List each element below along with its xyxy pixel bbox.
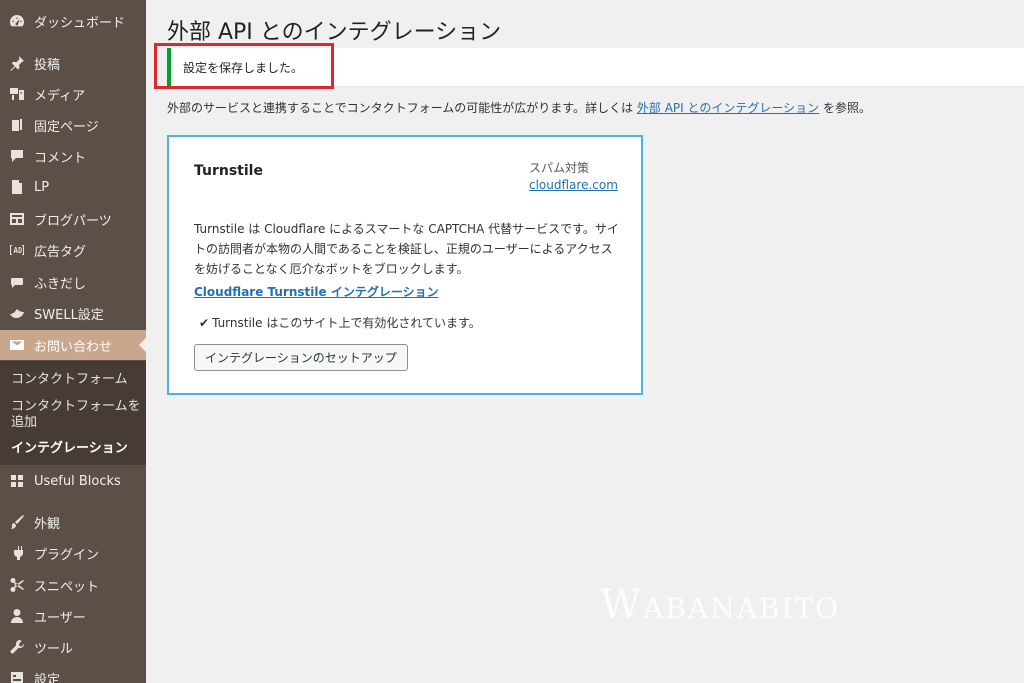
sidebar-item-users[interactable]: ユーザー (0, 601, 146, 631)
turnstile-card: Turnstile スパム対策 cloudflare.com Turnstile… (167, 135, 643, 395)
sidebar-item-comments[interactable]: コメント (0, 141, 146, 171)
notice-text: 設定を保存しました。 (183, 60, 304, 75)
sidebar-item-label: ツール (34, 641, 74, 657)
sidebar-item-label: 固定ページ (34, 119, 99, 135)
submenu-item-contact-forms[interactable]: コンタクトフォーム (11, 372, 141, 388)
description-text: 外部のサービスと連携することでコンタクトフォームの可能性が広がります。詳しくは (167, 101, 637, 115)
sidebar-item-label: Useful Blocks (34, 473, 121, 489)
card-description: Turnstile は Cloudflare によるスマートな CAPTCHA … (194, 222, 619, 276)
sidebar-item-blog-parts[interactable]: ブログパーツ (0, 204, 146, 234)
admin-sidebar: ダッシュボード 投稿 メディア 固定ページ コメント LP ブログパーツ 広告タ… (0, 0, 146, 683)
wrench-icon (8, 638, 26, 656)
envelope-icon (8, 336, 26, 354)
speech-bubble-icon (8, 273, 26, 291)
sidebar-item-label: ダッシュボード (34, 15, 126, 31)
blocks-icon (8, 472, 26, 490)
bird-icon (8, 304, 26, 322)
plugin-icon (8, 544, 26, 562)
media-icon (8, 85, 26, 103)
scissors-icon (8, 576, 26, 594)
sidebar-item-plugins[interactable]: プラグイン (0, 538, 146, 568)
sidebar-item-media[interactable]: メディア (0, 79, 146, 109)
cloudflare-link[interactable]: cloudflare.com (529, 178, 618, 192)
sidebar-item-settings[interactable]: 設定 (0, 663, 146, 683)
brush-icon (8, 513, 26, 531)
sidebar-item-label: ユーザー (34, 610, 86, 626)
sidebar-item-tools[interactable]: ツール (0, 632, 146, 662)
active-indicator (139, 338, 146, 352)
sidebar-item-label: 外観 (34, 516, 61, 532)
ad-icon (8, 241, 26, 259)
sidebar-item-lp[interactable]: LP (0, 172, 146, 202)
setup-integration-button[interactable]: インテグレーションのセットアップ (194, 344, 408, 371)
sidebar-item-useful-blocks[interactable]: Useful Blocks (0, 466, 146, 496)
integration-docs-link[interactable]: 外部 API とのインテグレーション (637, 101, 819, 115)
sidebar-item-speech-bubbles[interactable]: ふきだし (0, 267, 146, 297)
sidebar-item-contact[interactable]: お問い合わせ (0, 330, 146, 360)
card-title: Turnstile (194, 163, 263, 179)
integration-description: 外部のサービスと連携することでコンタクトフォームの可能性が広がります。詳しくは … (167, 99, 1017, 116)
sidebar-item-appearance[interactable]: 外観 (0, 507, 146, 537)
sidebar-item-label: 投稿 (34, 57, 61, 73)
sidebar-item-label: お問い合わせ (34, 339, 113, 355)
page-icon (8, 116, 26, 134)
sidebar-item-swell-settings[interactable]: SWELL設定 (0, 298, 146, 328)
sidebar-item-label: スニペット (34, 579, 100, 595)
watermark: Wabanabito (600, 582, 841, 628)
sidebar-item-label: コメント (34, 150, 87, 166)
submenu-item-integration[interactable]: インテグレーション (11, 441, 141, 457)
sidebar-item-label: ブログパーツ (34, 213, 112, 229)
sidebar-item-label: SWELL設定 (34, 307, 104, 323)
sidebar-item-snippets[interactable]: スニペット (0, 570, 146, 600)
contact-submenu: コンタクトフォーム コンタクトフォームを追加 インテグレーション (0, 361, 146, 465)
checkmark-icon: ✔ (199, 315, 210, 330)
page-title: 外部 API とのインテグレーション (167, 20, 502, 45)
dashboard-icon (8, 12, 26, 30)
document-icon (8, 178, 26, 196)
sidebar-item-posts[interactable]: 投稿 (0, 48, 146, 78)
description-suffix: を参照。 (819, 101, 871, 115)
sidebar-item-dashboard[interactable]: ダッシュボード (0, 6, 146, 36)
user-icon (8, 607, 26, 625)
settings-icon (8, 669, 26, 683)
sidebar-item-label: 設定 (34, 672, 61, 683)
sidebar-item-label: メディア (34, 88, 86, 104)
sidebar-item-ad-tags[interactable]: 広告タグ (0, 235, 146, 265)
sidebar-item-label: プラグイン (34, 547, 100, 563)
sidebar-item-label: ふきだし (34, 276, 87, 292)
submenu-item-add-contact-form[interactable]: コンタクトフォームを追加 (11, 399, 141, 431)
success-notice: 設定を保存しました。 (167, 48, 1024, 86)
turnstile-integration-link[interactable]: Cloudflare Turnstile インテグレーション (194, 283, 439, 300)
sidebar-item-label: 広告タグ (34, 244, 87, 260)
pin-icon (8, 54, 26, 72)
comment-icon (8, 147, 26, 165)
sidebar-item-pages[interactable]: 固定ページ (0, 110, 146, 140)
card-category: スパム対策 (529, 161, 590, 175)
status-text: Turnstile はこのサイト上で有効化されています。 (212, 316, 481, 330)
card-status: ✔ Turnstile はこのサイト上で有効化されています。 (199, 314, 481, 331)
layout-icon (8, 210, 26, 228)
sidebar-item-label: LP (34, 179, 50, 195)
